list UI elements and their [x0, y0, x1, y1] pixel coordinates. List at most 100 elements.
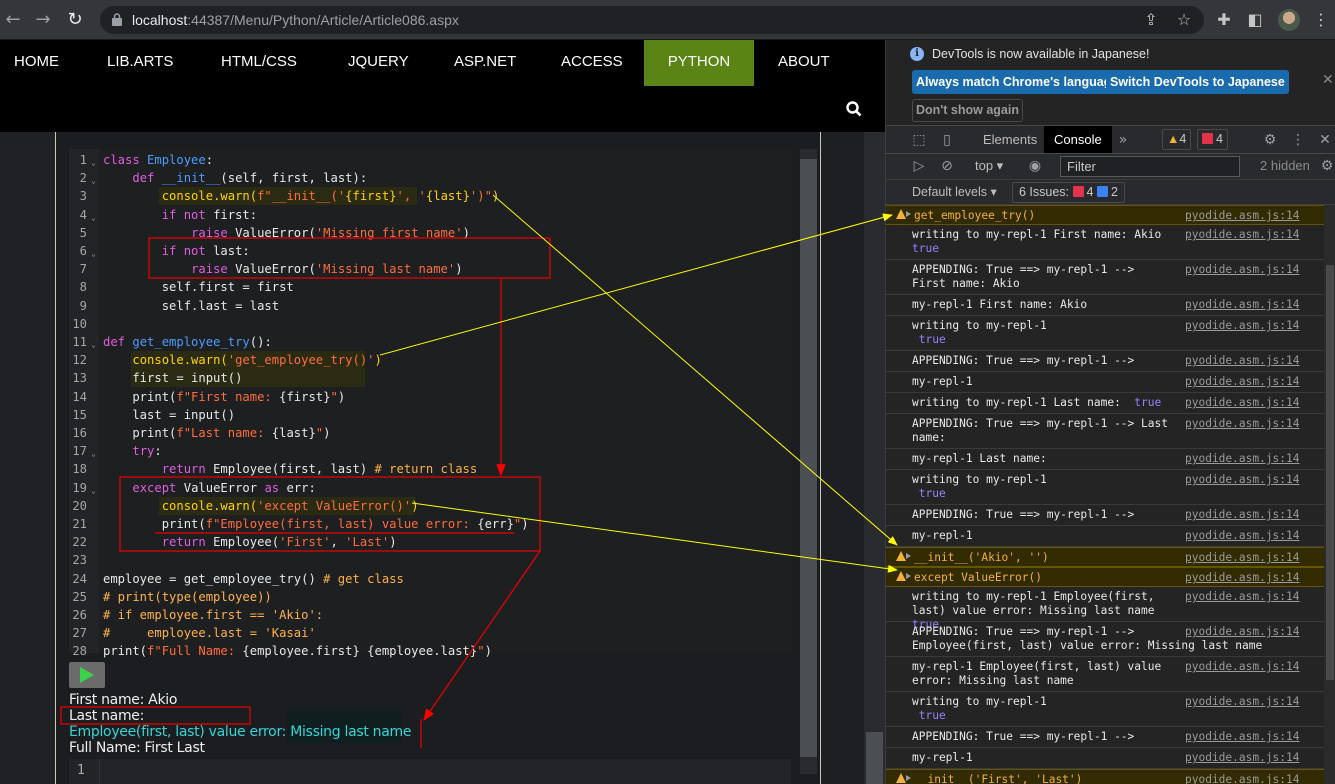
- source-link[interactable]: pyodide.asm.js:14: [1185, 695, 1300, 709]
- code-line[interactable]: 3 console.warn(f"__init__('{first}', '{l…: [69, 187, 789, 205]
- code-line[interactable]: 7 raise ValueError('Missing last name'): [69, 260, 789, 278]
- console-log-message[interactable]: APPENDING: True ==> my-repl-1 --> pyodide…: [886, 727, 1324, 748]
- code-line[interactable]: 27 # employee.last = 'Kasai': [69, 624, 789, 642]
- console-log-message[interactable]: writing to my-repl-1 Last name: true pyod…: [886, 393, 1324, 414]
- forward-icon[interactable]: →: [33, 10, 53, 30]
- source-link[interactable]: pyodide.asm.js:14: [1185, 751, 1300, 765]
- settings-gear-icon[interactable]: ⚙: [1261, 131, 1279, 149]
- clear-console-icon[interactable]: ⊘: [938, 157, 956, 175]
- tab-elements[interactable]: Elements: [973, 126, 1047, 153]
- run-button[interactable]: [69, 662, 105, 688]
- source-link[interactable]: pyodide.asm.js:14: [1185, 298, 1300, 312]
- console-scrollbar[interactable]: [1324, 205, 1335, 784]
- source-link[interactable]: pyodide.asm.js:14: [1185, 263, 1300, 277]
- nav-item-home[interactable]: HOME: [14, 40, 59, 86]
- code-line[interactable]: 24 employee = get_employee_try() # get cl…: [69, 570, 789, 588]
- console-log-message[interactable]: writing to my-repl-1 First name: Akio tr…: [886, 225, 1324, 260]
- console-log-message[interactable]: my-repl-1 pyodide.asm.js:14: [886, 526, 1324, 547]
- profile-avatar[interactable]: [1278, 9, 1300, 31]
- warnings-badge[interactable]: ▲4: [1162, 129, 1192, 150]
- address-bar[interactable]: localhost:44387/Menu/Python/Article/Arti…: [100, 6, 1204, 34]
- share-icon[interactable]: ⇪: [1140, 9, 1162, 31]
- code-line[interactable]: 15 last = input(): [69, 406, 789, 424]
- code-line[interactable]: 21 print(f"Employee(first, last) value e…: [69, 515, 789, 533]
- expand-triangle-icon[interactable]: [906, 573, 911, 579]
- source-link[interactable]: pyodide.asm.js:14: [1185, 452, 1300, 466]
- console-settings-gear-icon[interactable]: ⚙: [1318, 157, 1335, 175]
- code-line[interactable]: 17 ⌄ try:: [69, 442, 789, 460]
- console-log-message[interactable]: writing to my-repl-1 Employee(first, las…: [886, 587, 1324, 631]
- default-levels-dropdown[interactable]: Default levels ▾: [912, 184, 997, 199]
- console-warning-message[interactable]: __init__('First', 'Last') pyodide.asm.js:…: [886, 769, 1324, 784]
- url-text[interactable]: localhost:44387/Menu/Python/Article/Arti…: [132, 12, 459, 28]
- page-scrollbar[interactable]: [864, 132, 885, 784]
- always-match-language-button[interactable]: Always match Chrome's language: [912, 70, 1123, 94]
- source-link[interactable]: pyodide.asm.js:14: [1185, 529, 1300, 543]
- issues-button[interactable]: 6 Issues: 4 2: [1012, 182, 1125, 203]
- console-log-message[interactable]: APPENDING: True ==> my-repl-1 --> Employ…: [886, 622, 1324, 657]
- console-warning-message[interactable]: get_employee_try() pyodide.asm.js:14: [886, 205, 1324, 225]
- source-link[interactable]: pyodide.asm.js:14: [1185, 590, 1300, 604]
- console-log-message[interactable]: my-repl-1 Employee(first, last) value er…: [886, 657, 1324, 692]
- code-line[interactable]: 23: [69, 551, 789, 569]
- switch-to-japanese-button[interactable]: Switch DevTools to Japanese: [1106, 70, 1289, 94]
- code-line[interactable]: 26 # if employee.first == 'Akio':: [69, 606, 789, 624]
- expand-triangle-icon[interactable]: [906, 211, 911, 217]
- sidebar-toggle-icon[interactable]: ▷: [910, 157, 928, 175]
- console-log-message[interactable]: my-repl-1 Last name: pyodide.asm.js:14: [886, 449, 1324, 470]
- code-line[interactable]: 12 console.warn('get_employee_try()'): [69, 351, 789, 369]
- scroll-thumb[interactable]: [1326, 265, 1334, 680]
- code-line[interactable]: 1 ⌄ class Employee:: [69, 151, 789, 169]
- scroll-thumb[interactable]: [866, 732, 883, 784]
- live-expression-eye-icon[interactable]: ◉: [1026, 157, 1044, 175]
- close-devtools-icon[interactable]: ✕: [1316, 131, 1334, 149]
- nav-item-jquery[interactable]: JQUERY: [348, 40, 409, 86]
- expand-triangle-icon[interactable]: [906, 553, 911, 559]
- search-icon[interactable]: [846, 101, 862, 117]
- bookmark-star-icon[interactable]: ☆: [1173, 9, 1195, 31]
- expand-triangle-icon[interactable]: [906, 775, 911, 781]
- source-link[interactable]: pyodide.asm.js:14: [1185, 625, 1300, 639]
- source-link[interactable]: pyodide.asm.js:14: [1185, 730, 1300, 744]
- code-line[interactable]: 9 self.last = last: [69, 297, 789, 315]
- reload-icon[interactable]: ↻: [65, 10, 85, 30]
- console-log-message[interactable]: writing to my-repl-1 true pyodide.asm.js:…: [886, 470, 1324, 505]
- scroll-thumb[interactable]: [800, 159, 817, 757]
- lock-icon[interactable]: [112, 13, 122, 26]
- console-log-message[interactable]: my-repl-1 First name: Akio pyodide.asm.js…: [886, 295, 1324, 316]
- device-toolbar-icon[interactable]: ▯: [938, 131, 956, 149]
- source-link[interactable]: pyodide.asm.js:14: [1185, 571, 1300, 585]
- code-line[interactable]: 10: [69, 315, 789, 333]
- console-log-message[interactable]: my-repl-1 pyodide.asm.js:14: [886, 748, 1324, 769]
- code-line[interactable]: 22 return Employee('First', 'Last'): [69, 533, 789, 551]
- code-line[interactable]: 20 console.warn('except ValueError()'): [69, 497, 789, 515]
- tab-console[interactable]: Console: [1044, 126, 1112, 153]
- code-line[interactable]: 18 return Employee(first, last) # return…: [69, 460, 789, 478]
- errors-badge[interactable]: 4: [1197, 129, 1228, 150]
- code-line[interactable]: 8 self.first = first: [69, 278, 789, 296]
- repl-input[interactable]: 1: [69, 759, 791, 784]
- close-icon[interactable]: ✕: [1322, 72, 1334, 88]
- source-link[interactable]: pyodide.asm.js:14: [1185, 473, 1300, 487]
- source-link[interactable]: pyodide.asm.js:14: [1185, 417, 1300, 431]
- console-log-message[interactable]: writing to my-repl-1 true pyodide.asm.js:…: [886, 692, 1324, 727]
- more-tabs-icon[interactable]: »: [1114, 131, 1132, 149]
- code-line[interactable]: 6 ⌄ if not last:: [69, 242, 789, 260]
- source-link[interactable]: pyodide.asm.js:14: [1185, 396, 1300, 410]
- filter-input[interactable]: Filter: [1060, 156, 1240, 177]
- code-line[interactable]: 14 print(f"First name: {first}"): [69, 388, 789, 406]
- console-warning-message[interactable]: except ValueError() pyodide.asm.js:14: [886, 567, 1324, 587]
- nav-item-python[interactable]: PYTHON: [644, 40, 754, 86]
- source-link[interactable]: pyodide.asm.js:14: [1185, 228, 1300, 242]
- code-line[interactable]: 13 first = input(): [69, 369, 789, 387]
- code-line[interactable]: 28 print(f"Full Name: {employee.first} {e…: [69, 642, 789, 660]
- menu-kebab-icon[interactable]: ⋮: [1310, 9, 1332, 31]
- editor-scrollbar[interactable]: [800, 149, 817, 779]
- code-line[interactable]: 16 print(f"Last name: {last}"): [69, 424, 789, 442]
- code-line[interactable]: 25 # print(type(employee)): [69, 588, 789, 606]
- code-line[interactable]: 5 raise ValueError('Missing first name'): [69, 224, 789, 242]
- nav-item-access[interactable]: ACCESS: [561, 40, 623, 86]
- nav-item-asp-net[interactable]: ASP.NET: [454, 40, 516, 86]
- console-log-message[interactable]: APPENDING: True ==> my-repl-1 --> pyodide…: [886, 505, 1324, 526]
- inspect-element-icon[interactable]: ⬚: [910, 131, 928, 149]
